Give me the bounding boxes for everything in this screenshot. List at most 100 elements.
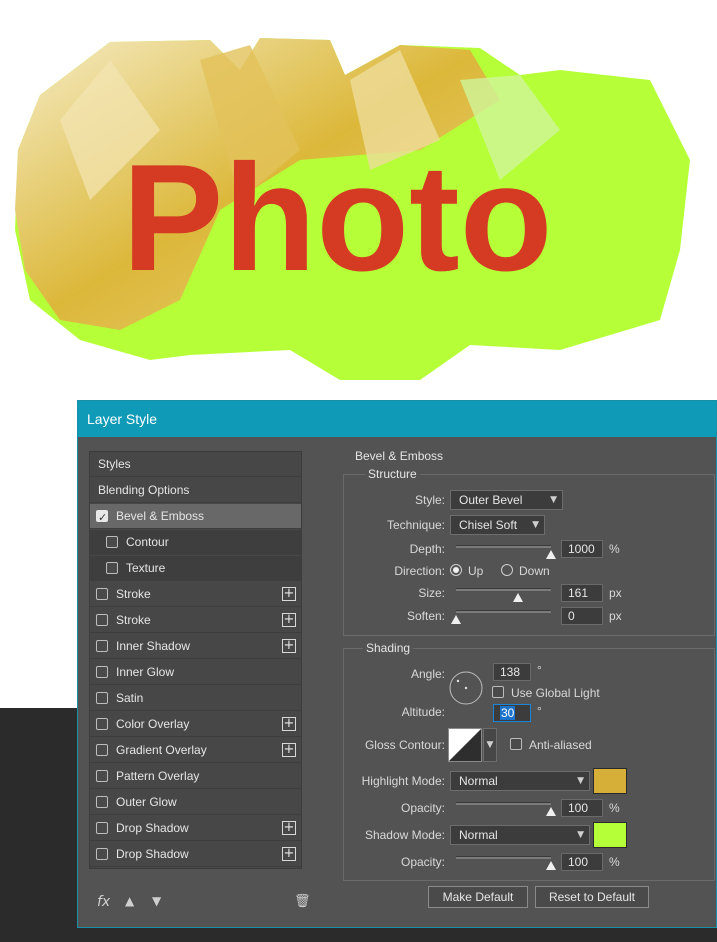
size-slider[interactable] [456,588,551,591]
effect-label: Stroke [116,613,151,627]
effect-checkbox[interactable] [96,614,108,626]
add-effect-icon[interactable]: + [282,847,296,861]
chevron-down-icon: ▼ [577,776,584,786]
effect-item-drop-shadow[interactable]: Drop Shadow + [90,842,301,867]
effect-label: Inner Shadow [116,639,191,653]
effect-label: Color Overlay [116,717,190,731]
make-default-button[interactable]: Make Default [428,886,528,908]
global-light-checkbox[interactable] [492,686,504,698]
highlight-opacity-thumb[interactable] [546,807,556,816]
effect-item-inner-shadow[interactable]: Inner Shadow + [90,634,301,659]
shadow-mode-dropdown[interactable]: Normal ▼ [450,825,590,845]
chevron-down-icon: ▼ [532,520,539,530]
size-slider-thumb[interactable] [512,593,523,602]
soften-label: Soften: [406,609,445,623]
shadow-opacity-input[interactable]: 100 [561,853,603,871]
arrow-up-icon[interactable]: ▲ [125,894,134,908]
effect-checkbox[interactable] [96,796,108,808]
altitude-input[interactable]: 30 [493,704,531,722]
effect-label: Drop Shadow [116,821,189,835]
depth-slider[interactable] [456,545,551,548]
effect-item-color-overlay[interactable]: Color Overlay + [90,712,301,737]
effect-checkbox[interactable] [96,666,108,678]
shadow-opacity-unit: % [609,855,620,869]
highlight-opacity-input[interactable]: 100 [561,799,603,817]
highlight-opacity-slider[interactable] [456,802,551,805]
depth-unit: % [609,542,620,556]
gloss-contour-preview[interactable] [448,728,482,762]
effect-checkbox[interactable] [96,770,108,782]
soften-slider[interactable] [456,610,551,613]
shadow-mode-label: Shadow Mode: [364,828,445,842]
add-effect-icon[interactable]: + [282,613,296,627]
chevron-down-icon: ▼ [577,830,584,840]
technique-dropdown[interactable]: Chisel Soft ▼ [450,515,545,535]
style-value: Outer Bevel [459,493,523,507]
effect-item-contour[interactable]: Contour [90,530,301,555]
soften-slider-thumb[interactable] [451,615,461,624]
direction-up-radio[interactable] [450,564,462,576]
effect-label: Satin [116,691,144,705]
effect-item-drop-shadow[interactable]: Drop Shadow + [90,816,301,841]
effect-checkbox[interactable] [96,822,108,834]
effect-checkbox[interactable] [96,640,108,652]
effect-checkbox[interactable] [96,588,108,600]
add-effect-icon[interactable]: + [282,587,296,601]
technique-label: Technique: [386,518,445,532]
effect-item-pattern-overlay[interactable]: Pattern Overlay [90,764,301,789]
effect-checkbox[interactable] [106,536,118,548]
effect-item-blending-options[interactable]: Blending Options [90,478,301,503]
style-label: Style: [414,493,445,507]
size-input[interactable]: 161 [561,584,603,602]
add-effect-icon[interactable]: + [282,743,296,757]
effect-item-texture[interactable]: Texture [90,556,301,581]
effect-checkbox[interactable] [106,562,118,574]
shadow-opacity-slider[interactable] [456,856,551,859]
effect-item-satin[interactable]: Satin [90,686,301,711]
highlight-color-swatch[interactable] [593,768,627,794]
photo-text-art: Photo [15,38,690,380]
shadow-color-swatch[interactable] [593,822,627,848]
direction-label: Direction: [394,564,445,578]
effect-item-outer-glow[interactable]: Outer Glow [90,790,301,815]
technique-value: Chisel Soft [459,518,518,532]
angle-input[interactable]: 138 [493,663,531,681]
altitude-value: 30 [500,706,516,720]
effect-checkbox[interactable] [96,506,108,530]
effect-item-gradient-overlay[interactable]: Gradient Overlay + [90,738,301,763]
add-effect-icon[interactable]: + [282,821,296,835]
effect-checkbox[interactable] [96,718,108,730]
effect-item-bevel-emboss[interactable]: Bevel & Emboss [90,504,301,530]
reset-default-button[interactable]: Reset to Default [535,886,649,908]
gloss-contour-dropdown[interactable]: ▼ [483,728,497,762]
effects-list: Styles Blending Options Bevel & Emboss Cont… [89,451,302,869]
effect-label: Stroke [116,587,151,601]
angle-dial[interactable] [448,670,484,706]
effect-item-stroke[interactable]: Stroke + [90,582,301,607]
effect-label: Blending Options [98,483,190,497]
anti-aliased-checkbox[interactable] [510,738,522,750]
effect-checkbox[interactable] [96,848,108,860]
highlight-mode-dropdown[interactable]: Normal ▼ [450,771,590,791]
fx-icon[interactable]: fx [97,894,110,910]
effect-checkbox[interactable] [96,744,108,756]
soften-input[interactable]: 0 [561,607,603,625]
effect-item-styles[interactable]: Styles [90,452,301,477]
direction-down-radio[interactable] [501,564,513,576]
arrow-down-icon[interactable]: ▼ [152,894,161,908]
effect-checkbox[interactable] [96,692,108,704]
style-dropdown[interactable]: Outer Bevel ▼ [450,490,563,510]
shading-title: Shading [363,641,414,655]
add-effect-icon[interactable]: + [282,717,296,731]
add-effect-icon[interactable]: + [282,639,296,653]
shadow-opacity-thumb[interactable] [546,861,556,870]
depth-label: Depth: [409,542,445,556]
effect-item-stroke[interactable]: Stroke + [90,608,301,633]
angle-label: Angle: [410,667,445,681]
depth-input[interactable]: 1000 [561,540,603,558]
depth-slider-thumb[interactable] [546,550,556,559]
effect-label: Gradient Overlay [116,743,207,757]
effect-label: Pattern Overlay [116,769,200,783]
effect-item-inner-glow[interactable]: Inner Glow [90,660,301,685]
trash-icon[interactable]: 🗑 [294,894,311,909]
